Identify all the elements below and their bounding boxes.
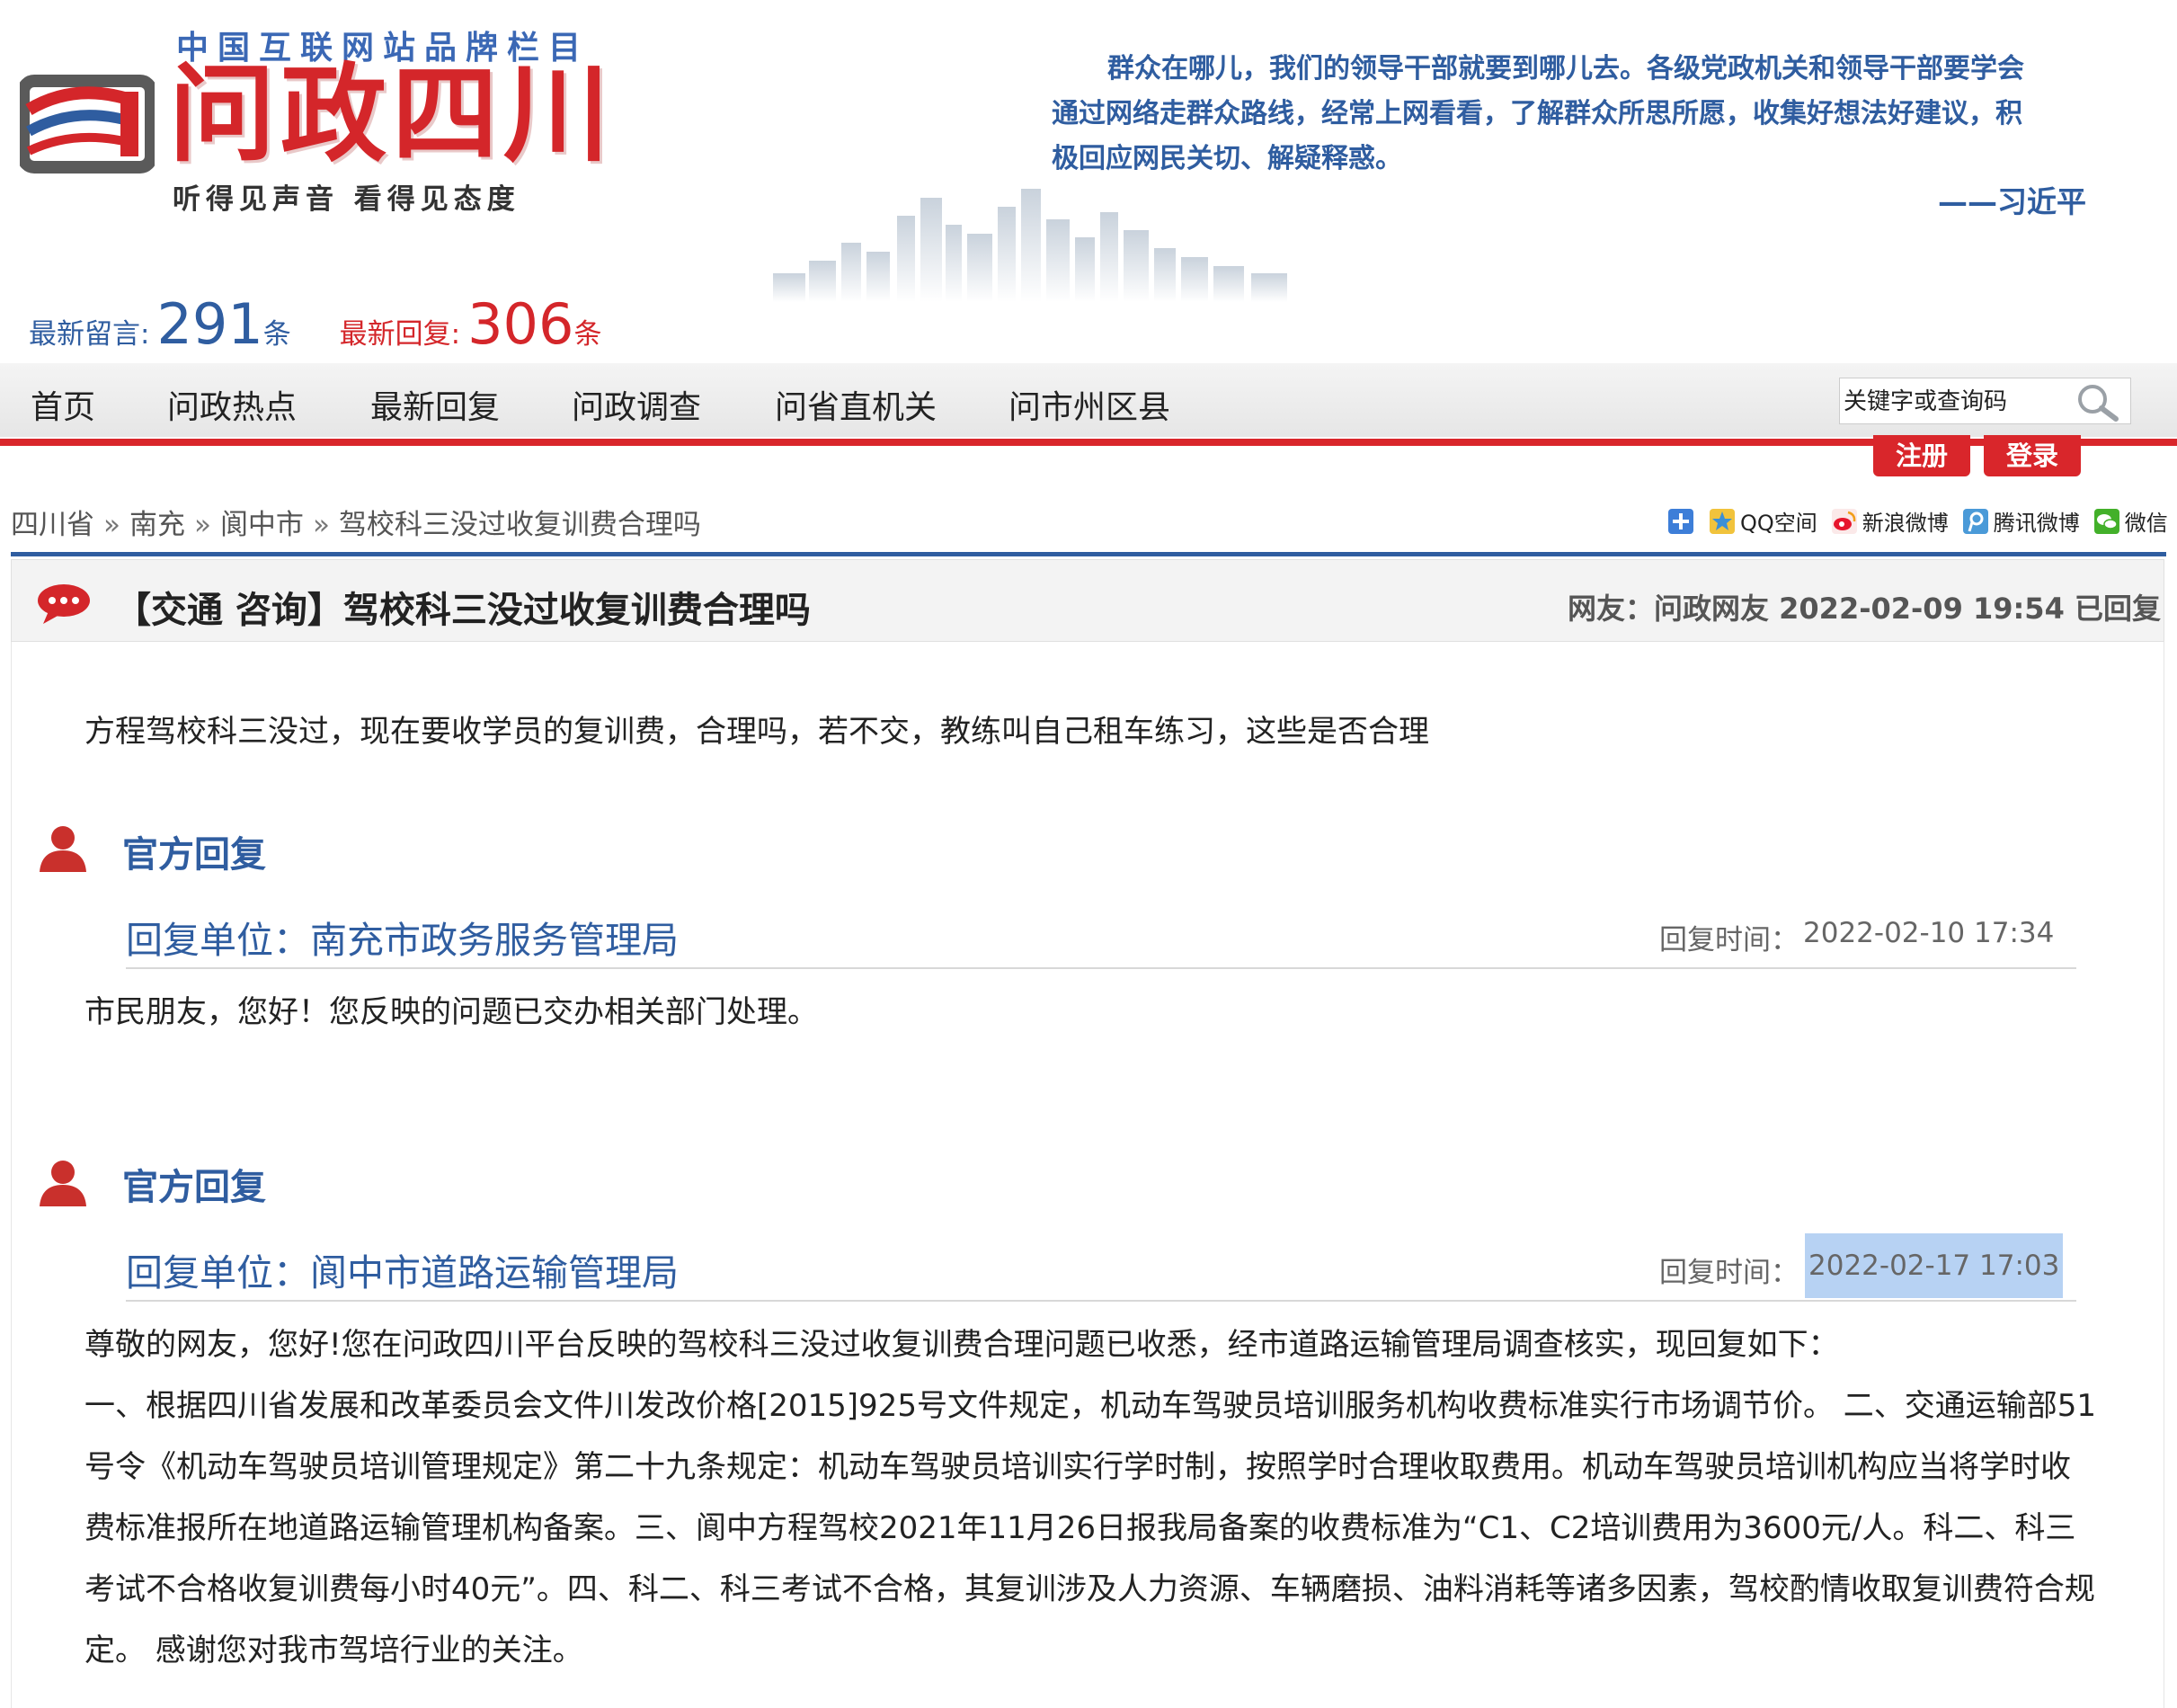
post-content: 方程驾校科三没过，现在要收学员的复训费，合理吗，若不交，教练叫自己租车练习，这些…	[84, 714, 1429, 750]
search-icon[interactable]	[2073, 382, 2121, 422]
latest-replies-count[interactable]: 306	[467, 291, 573, 357]
stats-bar: 最新留言: 291条 最新回复: 306条	[29, 291, 602, 357]
login-button[interactable]: 登录	[1984, 435, 2081, 476]
nav-city-districts[interactable]: 问市州区县	[1009, 381, 1170, 428]
share-wechat-label[interactable]: 微信	[2125, 505, 2168, 537]
latest-replies-label: 最新回复:	[339, 318, 461, 351]
skyline-illustration	[773, 189, 1287, 302]
share-tencent-label[interactable]: 腾讯微博	[1994, 505, 2080, 537]
share-weibo-label[interactable]: 新浪微博	[1862, 505, 1949, 537]
reply-body: 尊敬的网友，您好!您在问政四川平台反映的驾校科三没过收复训费合理问题已收悉，经市…	[84, 1327, 2097, 1668]
reply-unit: 回复单位：南充市政务服务管理局	[126, 919, 679, 962]
nav-divider	[0, 439, 2177, 446]
wechat-icon[interactable]	[2093, 507, 2121, 536]
official-reply-heading: 官方回复	[122, 1167, 266, 1208]
breadcrumb-province[interactable]: 四川省	[11, 509, 94, 541]
reply-divider	[126, 967, 2076, 969]
quote-line-3: 极回应网民关切、解疑释惑。	[1052, 143, 1402, 174]
reply-time: 2022-02-10 17:34	[1803, 917, 2055, 949]
nav-latest-replies[interactable]: 最新回复	[370, 381, 500, 428]
chat-bubble-icon	[38, 584, 90, 624]
reply-unit: 回复单位：阆中市道路运输管理局	[126, 1251, 679, 1294]
official-user-icon	[40, 826, 86, 872]
official-user-icon	[40, 1161, 86, 1206]
breadcrumb-separator: »	[312, 509, 330, 541]
site-logo-text[interactable]: 问政四川	[169, 61, 615, 167]
nav-hot-topics[interactable]: 问政热点	[167, 381, 297, 428]
breadcrumb: 四川省» 南充» 阆中市» 驾校科三没过收复训费合理吗	[11, 502, 701, 542]
slogan-bottom: 听得见声音 看得见态度	[173, 183, 520, 216]
official-reply-heading: 官方回复	[122, 834, 266, 876]
tencent-weibo-icon[interactable]	[1961, 507, 1990, 536]
nav-provincial-agencies[interactable]: 问省直机关	[775, 381, 937, 428]
post-meta: 网友：问政网友 2022-02-09 19:54 已回复	[1568, 592, 2161, 626]
share-qzone-label[interactable]: QQ空间	[1740, 505, 1817, 537]
leader-quote: 群众在哪儿，我们的领导干部就要到哪儿去。各级党政机关和领导干部要学会 通过网络走…	[1052, 47, 2094, 182]
latest-messages-unit: 条	[262, 318, 291, 351]
nav-home[interactable]: 首页	[31, 381, 95, 428]
latest-messages-label: 最新留言:	[29, 318, 150, 351]
sina-weibo-icon[interactable]	[1830, 507, 1859, 536]
share-more-icon[interactable]	[1666, 507, 1695, 536]
search-input[interactable]	[1842, 382, 2070, 422]
breadcrumb-city[interactable]: 南充	[129, 509, 185, 541]
nav-surveys[interactable]: 问政调查	[572, 381, 701, 428]
share-bar: QQ空间 新浪微博 腾讯微博 微信	[1666, 505, 2168, 537]
content-divider	[11, 552, 2166, 556]
quote-line-2: 通过网络走群众路线，经常上网看看，了解群众所思所愿，收集好想法好建议，积	[1052, 98, 2022, 129]
post-title: 【交通 咨询】驾校科三没过收复训费合理吗	[115, 590, 811, 631]
register-button[interactable]: 注册	[1873, 435, 1970, 476]
breadcrumb-current: 驾校科三没过收复训费合理吗	[338, 509, 701, 541]
reply-time-label: 回复时间：	[1659, 924, 1799, 956]
breadcrumb-county[interactable]: 阆中市	[220, 509, 304, 541]
latest-replies-unit: 条	[573, 318, 602, 351]
reply-body: 市民朋友，您好！您反映的问题已交办相关部门处理。	[84, 994, 818, 1030]
reply-divider	[126, 1300, 2076, 1302]
latest-messages-count[interactable]: 291	[156, 291, 262, 357]
site-logo-icon[interactable]	[20, 74, 155, 174]
quote-line-1: 群众在哪儿，我们的领导干部就要到哪儿去。各级党政机关和领导干部要学会	[1107, 53, 2024, 85]
reply-time-label: 回复时间：	[1659, 1257, 1799, 1289]
search-box	[1839, 378, 2131, 424]
reply-time-selected: 2022-02-17 17:03	[1805, 1233, 2064, 1298]
qzone-icon[interactable]	[1708, 507, 1737, 536]
quote-author: ——习近平	[1938, 184, 2086, 219]
breadcrumb-separator: »	[103, 509, 120, 541]
breadcrumb-separator: »	[193, 509, 211, 541]
